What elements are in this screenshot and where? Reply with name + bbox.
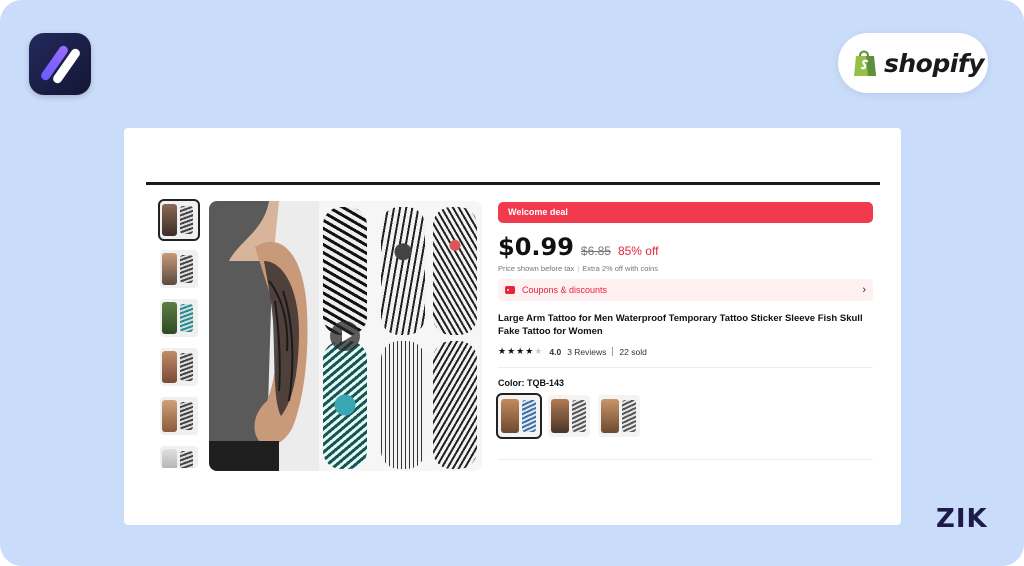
thumbnail-5[interactable] <box>160 397 198 435</box>
thumbnail-1[interactable] <box>158 199 200 241</box>
star-rating-icon: ★★★★★ <box>498 346 544 356</box>
model-arm-image <box>209 201 319 471</box>
tattoo-sleeve-5 <box>381 341 425 469</box>
tax-note: Price shown before tax | Extra 2% off with… <box>498 264 658 273</box>
price-row: $0.99 $6.85 85% off <box>498 233 873 261</box>
thumbnail-4[interactable] <box>160 348 198 386</box>
thumbnail-3[interactable] <box>160 299 198 337</box>
color-swatch-3[interactable] <box>598 395 640 437</box>
divider <box>612 347 614 356</box>
color-swatches <box>496 393 873 439</box>
thumbnail-list <box>158 199 202 479</box>
coupons-row[interactable]: Coupons & discounts › <box>498 279 873 301</box>
play-icon[interactable] <box>330 321 360 351</box>
header-divider <box>146 182 880 185</box>
section-divider-2 <box>498 459 873 460</box>
product-title: Large Arm Tattoo for Men Waterproof Temp… <box>498 313 863 337</box>
sold-count: 22 sold <box>619 346 647 357</box>
product-info: Welcome deal $0.99 $6.85 85% off Price s… <box>496 202 873 460</box>
reviews-count[interactable]: 3 Reviews <box>567 347 606 357</box>
shopify-badge: shopify <box>838 33 988 93</box>
original-price: $6.85 <box>580 244 611 258</box>
tattoo-sleeve-4 <box>323 341 367 469</box>
current-price: $0.99 <box>498 233 574 261</box>
thumbnail-2[interactable] <box>160 250 198 288</box>
zik-logo: ZIK <box>936 504 988 534</box>
tattoo-sleeve-1 <box>323 207 367 335</box>
color-label: Color: TQB-143 <box>498 378 565 388</box>
shopify-bag-icon <box>852 48 878 78</box>
coins-note: Extra 2% off with coins <box>582 264 658 273</box>
welcome-deal-banner: Welcome deal <box>498 202 873 223</box>
coupon-tag-icon <box>505 286 515 294</box>
section-divider <box>498 367 873 368</box>
discount-percent: 85% off <box>617 244 659 258</box>
color-swatch-2[interactable] <box>548 395 590 437</box>
main-product-image[interactable] <box>209 201 482 471</box>
thumbnail-6[interactable] <box>160 446 198 468</box>
tattoo-sleeve-6 <box>433 341 477 469</box>
rating-value: 4.0 <box>549 346 562 357</box>
rating-row[interactable]: ★★★★★ 4.0 3 Reviews 22 sold <box>498 346 873 357</box>
chevron-right-icon: › <box>862 284 866 296</box>
app-logo-icon <box>29 33 91 95</box>
color-swatch-1[interactable] <box>496 393 542 439</box>
shopify-wordmark: shopify <box>884 48 985 78</box>
tattoo-sleeve-3 <box>433 207 477 335</box>
tax-note-text: Price shown before tax <box>498 264 575 273</box>
coupons-label: Coupons & discounts <box>522 285 608 295</box>
tattoo-sleeve-2 <box>381 207 425 335</box>
